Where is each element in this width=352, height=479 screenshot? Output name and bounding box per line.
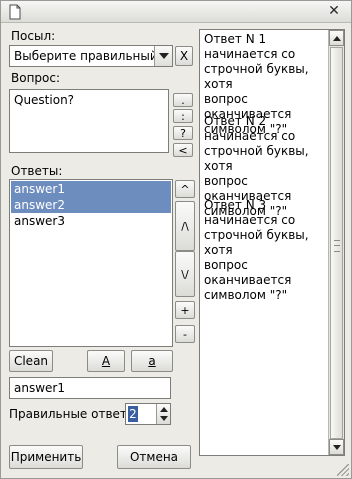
list-item[interactable]: answer1 <box>11 181 171 197</box>
cancel-label: Отмена <box>129 450 179 464</box>
move-top-label: ^ <box>180 182 190 196</box>
titlebar: ✕ <box>1 1 351 23</box>
correct-answers-label: Правильные ответы <box>9 407 136 421</box>
insert-dot-button[interactable]: . <box>173 93 193 107</box>
insert-colon-label: : <box>181 109 185 123</box>
question-textarea[interactable]: Question? <box>9 89 169 153</box>
move-up-label: /\ <box>181 219 189 233</box>
otvety-label-text: Ответы: <box>11 164 63 178</box>
posyl-label-text: Посыл: <box>11 29 56 43</box>
preview-scrollbar[interactable] <box>328 30 344 455</box>
insert-question-label: ? <box>180 126 186 140</box>
list-item[interactable]: answer2 <box>11 197 171 213</box>
spinner-up-icon[interactable] <box>160 407 168 412</box>
backspace-button[interactable]: < <box>173 143 193 157</box>
window-close-icon[interactable]: ✕ <box>327 4 341 18</box>
scroll-thumb[interactable] <box>330 47 343 439</box>
remove-answer-button[interactable]: - <box>175 325 195 343</box>
answers-listbox[interactable]: answer1 answer2 answer3 <box>9 179 173 347</box>
correct-answers-spinner[interactable]: 2 <box>125 403 171 425</box>
preview-panel: Ответ N 1 начинается со строчной буквы, … <box>199 29 345 456</box>
insert-dot-label: . <box>181 93 185 107</box>
add-answer-label: + <box>180 303 190 317</box>
backspace-label: < <box>178 143 188 157</box>
vopros-label-text: Вопрос: <box>11 71 61 85</box>
lowercase-button[interactable]: a <box>131 350 173 372</box>
uppercase-label: A <box>101 354 111 368</box>
insert-colon-button[interactable]: : <box>173 109 193 123</box>
clean-button[interactable]: Clean <box>9 350 53 372</box>
answer-edit-value: answer1 <box>14 381 65 395</box>
apply-label: Применить <box>10 450 82 464</box>
move-down-button[interactable]: \/ <box>175 251 195 297</box>
posyl-combo[interactable]: Выберите правильный от <box>9 45 173 67</box>
otvety-label: Ответы: <box>11 164 62 178</box>
apply-button[interactable]: Применить <box>9 445 83 469</box>
scroll-up-icon[interactable] <box>329 30 344 46</box>
resize-grip-icon[interactable] <box>337 464 349 476</box>
correct-answers-label-text: Правильные ответы <box>9 407 137 421</box>
question-text: Question? <box>14 93 75 107</box>
spinner-down-icon[interactable] <box>160 416 168 421</box>
preview-answer-3: Ответ N 3 начинается со строчной буквы, … <box>204 198 309 302</box>
move-top-button[interactable]: ^ <box>175 180 195 198</box>
dialog-window: ✕ Посыл: Выберите правильный от X Вопрос… <box>0 0 352 479</box>
answer-edit-field[interactable]: answer1 <box>9 377 171 399</box>
posyl-clear-label: X <box>179 49 189 63</box>
clean-label: Clean <box>13 354 49 368</box>
scroll-down-icon[interactable] <box>329 439 344 455</box>
move-down-label: \/ <box>181 267 189 281</box>
cancel-button[interactable]: Отмена <box>117 445 191 469</box>
list-item[interactable]: answer3 <box>11 213 171 229</box>
spinner-buttons[interactable] <box>156 404 170 424</box>
posyl-clear-button[interactable]: X <box>175 46 193 66</box>
document-icon <box>7 4 23 20</box>
lowercase-label: a <box>148 354 156 368</box>
insert-question-button[interactable]: ? <box>173 126 193 140</box>
remove-answer-label: - <box>183 327 187 341</box>
posyl-label: Посыл: <box>11 29 55 43</box>
add-answer-button[interactable]: + <box>175 301 195 319</box>
chevron-down-icon[interactable] <box>154 46 172 66</box>
vopros-label: Вопрос: <box>11 71 60 85</box>
uppercase-button[interactable]: A <box>87 350 125 372</box>
posyl-combo-value: Выберите правильный от <box>14 49 154 63</box>
correct-answers-value[interactable]: 2 <box>128 406 138 422</box>
move-up-button[interactable]: /\ <box>175 201 195 251</box>
thumb-grip-icon <box>334 240 340 252</box>
